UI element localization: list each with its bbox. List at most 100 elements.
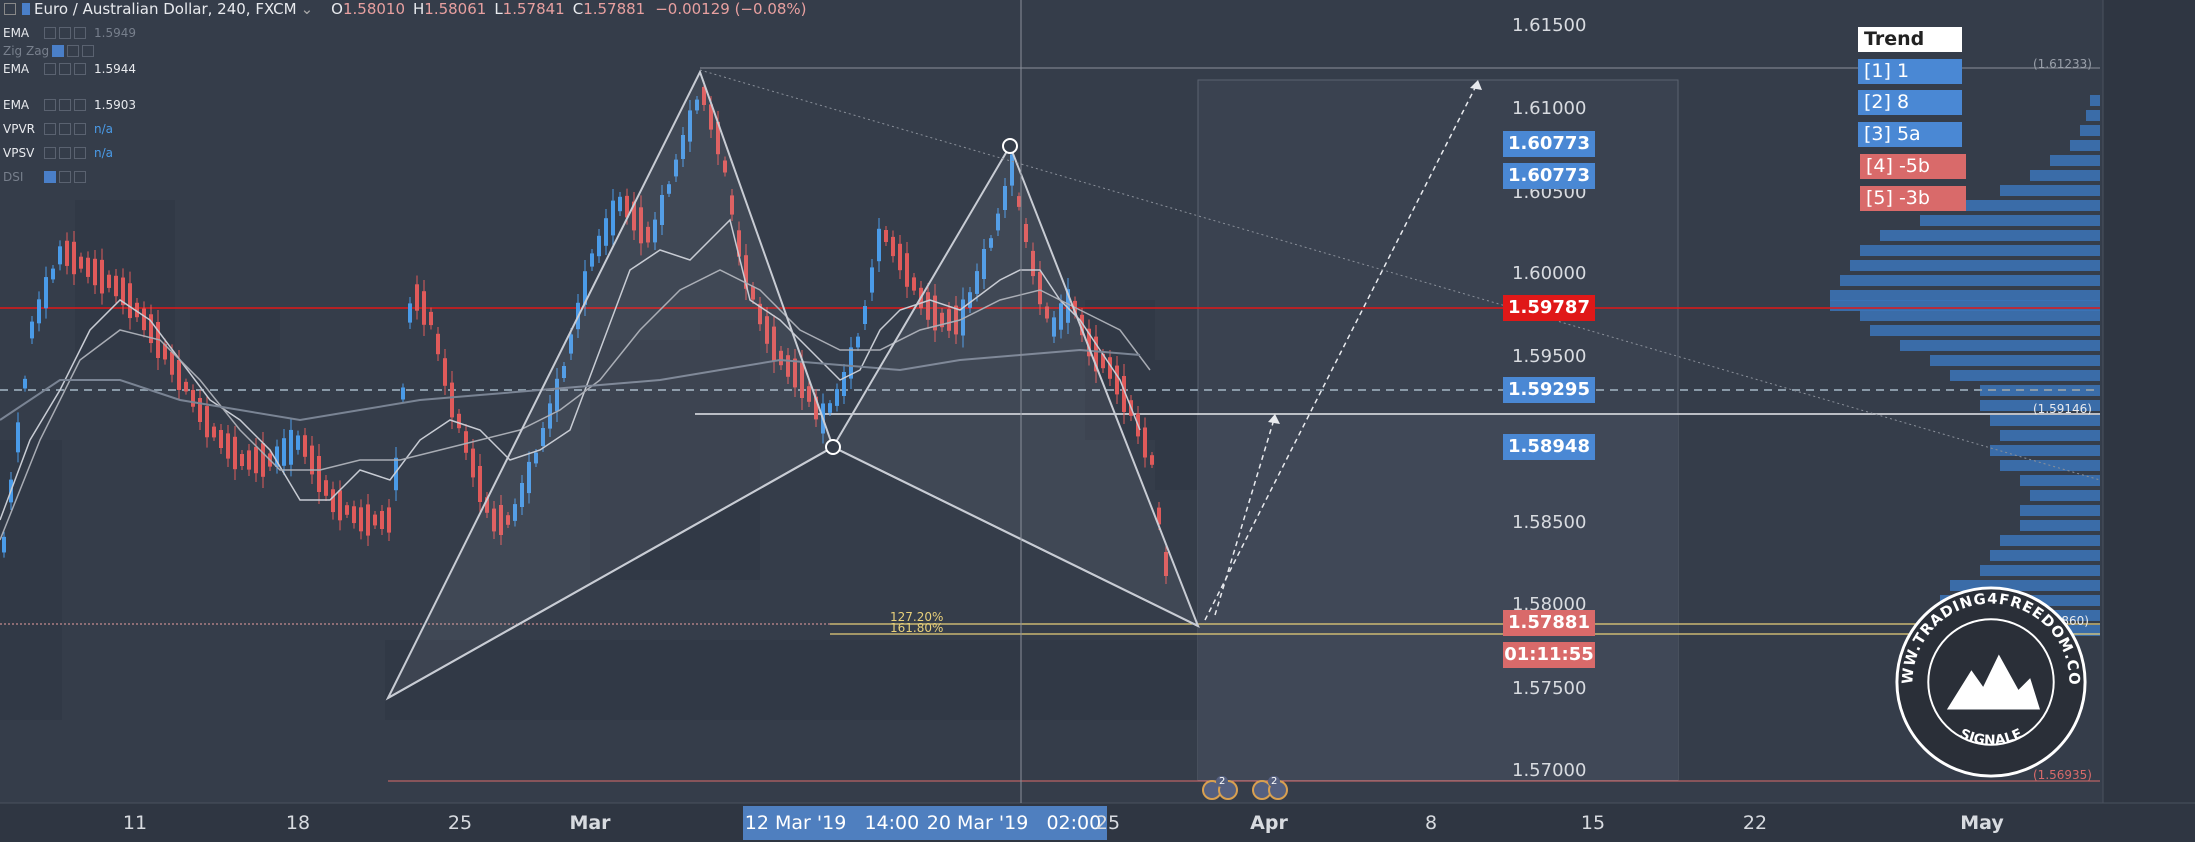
candle-body: [219, 430, 223, 448]
candle-body: [1143, 427, 1147, 458]
candle-body: [58, 246, 62, 265]
candle-body: [443, 358, 447, 386]
close-icon[interactable]: [74, 147, 86, 159]
gear-icon[interactable]: [59, 63, 71, 75]
indicator-name: EMA: [3, 26, 30, 40]
candle-body: [261, 443, 265, 477]
candle-body: [380, 511, 384, 529]
candle-body: [296, 435, 300, 450]
volume-profile-bar: [1870, 325, 2100, 336]
indicator-ema-3[interactable]: EMA 1.5903: [3, 96, 136, 114]
candle-body: [842, 372, 846, 396]
time-tick: 18: [285, 812, 311, 834]
close-icon[interactable]: [74, 99, 86, 111]
close-icon[interactable]: [74, 123, 86, 135]
eye-icon[interactable]: [44, 99, 56, 111]
gear-icon[interactable]: [59, 27, 71, 39]
close-icon[interactable]: [82, 45, 95, 57]
indicator-ema-2[interactable]: EMA 1.5944: [3, 60, 136, 78]
symbol-title[interactable]: Euro / Australian Dollar, 240, FXCM: [34, 0, 297, 18]
volume-profile-bar: [2000, 430, 2100, 441]
candle-body: [450, 382, 454, 418]
trend-title: Trend: [1858, 27, 1962, 52]
volume-profile-bar: [2080, 125, 2100, 136]
volume-profile-bar: [1840, 275, 2100, 286]
indicator-name: EMA: [3, 62, 30, 76]
volume-profile-bar: [1830, 300, 2100, 311]
candle-body: [884, 230, 888, 242]
eye-icon[interactable]: [44, 27, 56, 39]
gear-icon[interactable]: [59, 99, 71, 111]
gear-icon[interactable]: [59, 171, 71, 183]
chart-header: Euro / Australian Dollar, 240, FXCM ⌄ O1…: [0, 0, 807, 18]
volume-profile-bar: [1900, 340, 2100, 351]
indicator-zigzag[interactable]: Zig Zag: [3, 42, 95, 60]
candle-body: [870, 267, 874, 293]
high-value: 1.58061: [424, 0, 487, 18]
volume-profile-bar: [1990, 445, 2100, 456]
trend-item-5: [5] -3b: [1860, 186, 1966, 211]
candle-body: [471, 448, 475, 478]
indicator-name: VPVR: [3, 122, 35, 136]
volume-profile-bar: [1920, 215, 2100, 226]
candle-body: [289, 429, 293, 465]
eye-icon[interactable]: [44, 123, 56, 135]
price-label: 1.61500: [1512, 15, 1587, 36]
indicator-vpvr[interactable]: VPVR n/a: [3, 120, 113, 138]
price-label: 1.60000: [1512, 263, 1587, 284]
chevron-down-icon[interactable]: ⌄: [301, 0, 314, 18]
indicator-name: VPSV: [3, 146, 35, 160]
candle-body: [856, 336, 860, 348]
candle-body: [226, 433, 230, 459]
candle-body: [877, 228, 881, 262]
gear-icon[interactable]: [59, 123, 71, 135]
price-axis-pane: [2103, 0, 2195, 803]
indicator-dsi[interactable]: DSI: [3, 168, 86, 186]
close-icon[interactable]: [74, 27, 86, 39]
eye-icon[interactable]: [44, 147, 56, 159]
candle-body: [233, 436, 237, 470]
candle-body: [142, 308, 146, 331]
candle-body: [415, 284, 419, 311]
trend-item-4: [4] -5b: [1860, 154, 1966, 179]
volume-profile-bar: [1980, 385, 2100, 396]
gear-icon[interactable]: [67, 45, 80, 57]
eye-icon[interactable]: [52, 45, 65, 57]
candle-body: [604, 218, 608, 246]
candle-body: [177, 360, 181, 390]
eye-icon[interactable]: [44, 63, 56, 75]
candle-body: [65, 240, 69, 266]
time-tick: Apr: [1250, 812, 1288, 834]
volume-profile-bar: [2070, 140, 2100, 151]
volume-profile-bar: [1860, 310, 2100, 321]
candle-body: [205, 406, 209, 438]
candle-body: [338, 490, 342, 521]
eye-icon[interactable]: [44, 171, 56, 183]
candle-body: [191, 389, 195, 407]
candle-body: [597, 235, 601, 257]
level-top-label: (1.61233): [2033, 57, 2092, 71]
candle-body: [835, 389, 839, 406]
price-tag: 1.59295: [1503, 377, 1595, 403]
candle-body: [429, 311, 433, 326]
chart-stage[interactable]: Euro / Australian Dollar, 240, FXCM ⌄ O1…: [0, 0, 2195, 842]
indicator-ema-1[interactable]: EMA 1.5949: [3, 24, 136, 42]
close-icon[interactable]: [74, 171, 86, 183]
candle-body: [107, 274, 111, 288]
candle-body: [464, 431, 468, 453]
close-icon[interactable]: [74, 63, 86, 75]
candle-body: [611, 200, 615, 236]
indicator-value: n/a: [94, 146, 114, 160]
indicator-vpsv[interactable]: VPSV n/a: [3, 144, 113, 162]
candle-body: [240, 454, 244, 466]
collapse-icon[interactable]: [4, 3, 16, 15]
level-mid-label: (1.59146): [2033, 402, 2092, 416]
candle-body: [79, 256, 83, 269]
candle-body: [387, 507, 391, 533]
candle-body: [212, 426, 216, 438]
gear-icon[interactable]: [59, 147, 71, 159]
fib-161-label: 161.80%: [890, 621, 944, 635]
volume-profile-bar: [1950, 370, 2100, 381]
candle-body: [828, 403, 832, 413]
time-tick: 25: [1095, 812, 1121, 834]
